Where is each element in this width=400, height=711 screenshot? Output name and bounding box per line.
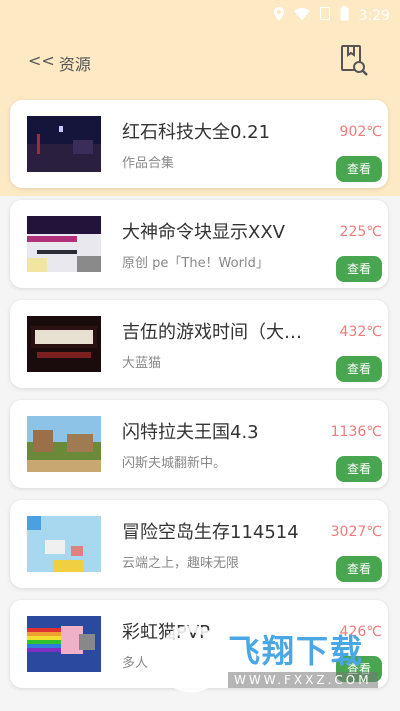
list-item[interactable]: 闪特拉夫王国4.3 闪斯夫城翻新中。 1136℃ 查看 <box>10 400 388 488</box>
item-heat: 902℃ <box>339 124 382 140</box>
view-button[interactable]: 查看 <box>336 356 382 382</box>
thumbnail-image <box>27 416 101 472</box>
page-title: 资源 <box>58 55 91 74</box>
item-heat: 432℃ <box>339 324 382 340</box>
watermark-brand: 飞翔下载 <box>228 632 365 670</box>
item-title: 吉伍的游戏时间（大… <box>122 322 302 343</box>
item-heat: 225℃ <box>339 224 382 240</box>
status-bar: 3:29 <box>0 0 400 30</box>
list-item[interactable]: 红石科技大全0.21 作品合集 902℃ 查看 <box>10 100 388 188</box>
item-heat: 3027℃ <box>330 524 382 540</box>
thumbnail-image <box>27 216 101 272</box>
location-icon <box>273 6 284 25</box>
view-button[interactable]: 查看 <box>336 556 382 582</box>
list-item[interactable]: 冒险空岛生存114514 云端之上，趣味无限 3027℃ 查看 <box>10 500 388 588</box>
back-arrows: << <box>28 51 55 70</box>
item-subtitle: 闪斯夫城翻新中。 <box>122 456 227 471</box>
item-subtitle: 多人 <box>122 656 149 671</box>
watermark-url: WWW.FXXZ.COM <box>228 672 378 688</box>
item-subtitle: 作品合集 <box>122 156 175 171</box>
status-time: 3:29 <box>358 7 390 24</box>
thumbnail-image <box>27 316 101 372</box>
wifi-icon <box>293 7 310 24</box>
item-title: 冒险空岛生存114514 <box>122 522 299 543</box>
watermark: 飞翔下载 WWW.FXXZ.COM <box>158 620 386 696</box>
item-subtitle: 大蓝猫 <box>122 356 162 371</box>
app-header: << 资源 <box>0 44 400 84</box>
list-item[interactable]: 大神命令块显示XXV 原创 pe「The！World」 225℃ 查看 <box>10 200 388 288</box>
list-item[interactable]: 吉伍的游戏时间（大… 大蓝猫 432℃ 查看 <box>10 300 388 388</box>
search-button[interactable] <box>340 44 370 78</box>
view-button[interactable]: 查看 <box>336 156 382 182</box>
thumbnail-image <box>27 116 101 172</box>
back-button[interactable]: << 资源 <box>28 51 91 75</box>
item-title: 闪特拉夫王国4.3 <box>122 422 259 443</box>
thumbnail-image <box>27 516 101 572</box>
view-button[interactable]: 查看 <box>336 456 382 482</box>
document-search-icon <box>340 45 370 82</box>
battery-icon <box>340 6 349 25</box>
item-subtitle: 原创 pe「The！World」 <box>122 256 269 271</box>
view-button[interactable]: 查看 <box>336 256 382 282</box>
item-subtitle: 云端之上，趣味无限 <box>122 556 240 571</box>
thumbnail-image <box>27 616 101 672</box>
sim-icon <box>319 7 330 24</box>
item-heat: 1136℃ <box>330 424 382 440</box>
item-title: 红石科技大全0.21 <box>122 122 271 143</box>
item-title: 大神命令块显示XXV <box>122 222 285 243</box>
